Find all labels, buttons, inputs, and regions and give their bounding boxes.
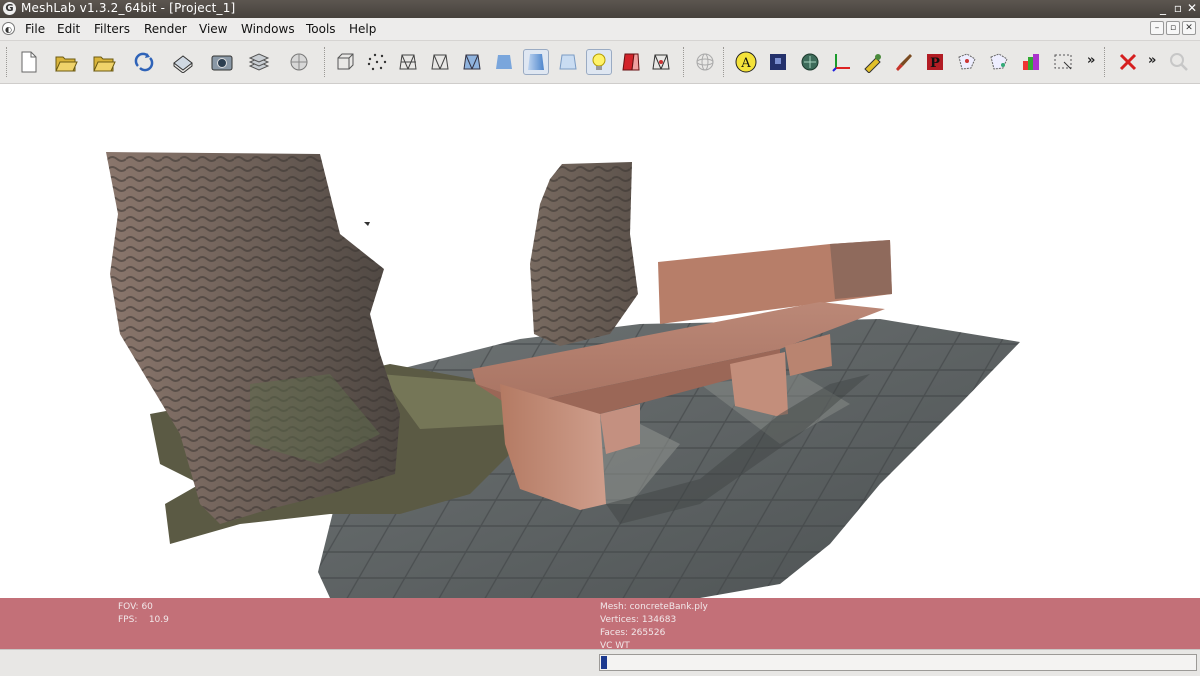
selection-icon[interactable] (648, 49, 674, 75)
fps-value: 10.9 (148, 615, 169, 625)
minimize-button[interactable]: _ (1156, 1, 1170, 15)
info-overlay: FOV: 60 FPS: 10.9 Mesh: concreteBank.ply… (0, 598, 1200, 651)
menu-bar: ◐ File Edit Filters Render View Windows … (0, 18, 1200, 41)
menu-view[interactable]: View (199, 22, 227, 36)
fov-label: FOV: (118, 602, 139, 612)
fps-label: FPS: (118, 615, 138, 625)
vertices-value: 134683 (641, 615, 677, 625)
globe-icon[interactable] (286, 49, 312, 75)
menu-help[interactable]: Help (349, 22, 376, 36)
toolbar-separator (1104, 47, 1107, 77)
progress-fill (601, 656, 607, 669)
title-bar: G MeshLab v1.3.2_64bit - [Project_1] _ ▫… (0, 0, 1200, 18)
paint-icon[interactable] (797, 49, 823, 75)
points-icon[interactable] (364, 49, 390, 75)
toolbar-separator (324, 47, 327, 77)
toolbar-overflow-button-2[interactable]: » (1148, 53, 1156, 68)
toolbar-handle (6, 47, 9, 77)
align-icon[interactable] (954, 49, 980, 75)
vertices-label: Vertices: (600, 615, 639, 625)
mesh-render (106, 152, 1020, 598)
reload-icon[interactable] (131, 49, 157, 75)
search-icon[interactable] (1166, 49, 1192, 75)
delete-icon[interactable] (1115, 49, 1141, 75)
axis-icon[interactable] (829, 49, 855, 75)
import-mesh-icon[interactable] (91, 49, 117, 75)
toolbar-overflow-button[interactable]: » (1087, 53, 1095, 68)
status-bar (0, 649, 1200, 676)
new-project-icon[interactable] (15, 49, 41, 75)
wireframe-icon[interactable] (395, 49, 421, 75)
document-icon[interactable]: ◐ (2, 22, 15, 35)
bounding-box-icon[interactable] (332, 49, 358, 75)
maximize-button[interactable]: ▫ (1171, 1, 1185, 15)
manipulator-icon[interactable] (986, 49, 1012, 75)
fov-value: 60 (141, 602, 153, 612)
color-icon[interactable] (1018, 49, 1044, 75)
flat-icon[interactable] (491, 49, 517, 75)
main-toolbar: A P » » (0, 41, 1200, 84)
meshlab-logo-icon: G (3, 2, 16, 15)
screenshot-icon[interactable] (209, 49, 235, 75)
flat-lines-icon[interactable] (459, 49, 485, 75)
window-title: MeshLab v1.3.2_64bit - [Project_1] (21, 1, 236, 15)
mesh-label: Mesh: (600, 602, 627, 612)
faces-value: 265526 (630, 628, 666, 638)
menu-render[interactable]: Render (144, 22, 187, 36)
measure-icon[interactable] (860, 49, 886, 75)
layers-icon[interactable] (246, 49, 272, 75)
pickpoints-icon[interactable]: P (922, 49, 948, 75)
view-info: FOV: 60 FPS: 10.9 (118, 601, 169, 627)
3d-viewport[interactable] (0, 84, 1200, 598)
mesh-name: concreteBank.ply (629, 602, 708, 612)
brush-icon[interactable] (891, 49, 917, 75)
save-snapshot-icon[interactable] (170, 49, 196, 75)
menu-file[interactable]: File (25, 22, 45, 36)
toolbar-separator (683, 47, 686, 77)
svg-text:P: P (930, 56, 940, 71)
raster-icon[interactable] (765, 49, 791, 75)
texture-icon[interactable] (555, 49, 581, 75)
mdi-minimize-button[interactable]: – (1150, 21, 1164, 35)
trackball-icon[interactable] (692, 49, 718, 75)
rectangle-select-icon[interactable] (1050, 49, 1076, 75)
menu-filters[interactable]: Filters (94, 22, 130, 36)
smooth-icon[interactable] (523, 49, 549, 75)
menu-windows[interactable]: Windows (241, 22, 295, 36)
mesh-info: Mesh: concreteBank.ply Vertices: 134683 … (600, 601, 708, 653)
hidden-lines-icon[interactable] (427, 49, 453, 75)
svg-text:A: A (740, 56, 751, 71)
lighting-icon[interactable] (586, 49, 612, 75)
annotate-icon[interactable]: A (733, 49, 759, 75)
open-project-icon[interactable] (53, 49, 79, 75)
close-button[interactable]: ✕ (1185, 1, 1199, 15)
progress-bar (599, 654, 1197, 671)
mdi-restore-button[interactable]: ▫ (1166, 21, 1180, 35)
faces-label: Faces: (600, 628, 629, 638)
backface-icon[interactable] (618, 49, 644, 75)
mdi-close-button[interactable]: ✕ (1182, 21, 1196, 35)
menu-edit[interactable]: Edit (57, 22, 80, 36)
toolbar-separator (723, 47, 726, 77)
menu-tools[interactable]: Tools (306, 22, 336, 36)
